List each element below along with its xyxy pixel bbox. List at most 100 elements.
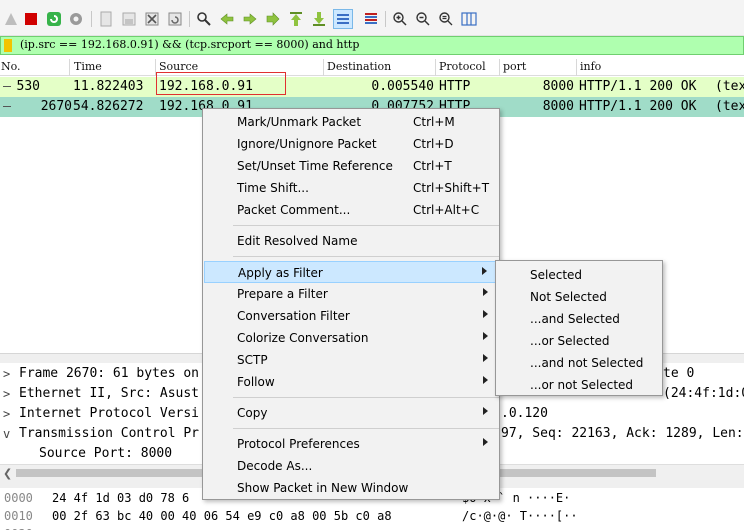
menu-item-label: Copy [237, 406, 268, 420]
detail-text-tail: 97, Seq: 22163, Ack: 1289, Len: [501, 426, 744, 441]
submenu-item-selected[interactable]: Selected [497, 264, 661, 286]
collapse-arrow-icon[interactable]: v [3, 427, 10, 441]
menu-item-colorize-conversation[interactable]: Colorize Conversation [204, 327, 498, 349]
display-filter-bar[interactable]: (ip.src == 192.168.0.91) && (tcp.srcport… [0, 36, 744, 55]
auto-scroll-icon[interactable] [333, 9, 353, 29]
bytes-hex: 24 4f 1d 03 d0 78 6 [52, 491, 190, 505]
menu-item-prepare-a-filter[interactable]: Prepare a Filter [204, 283, 498, 305]
packet-info-extra: (tex [715, 99, 744, 114]
menu-item-conversation-filter[interactable]: Conversation Filter [204, 305, 498, 327]
menu-item-edit-resolved-name[interactable]: Edit Resolved Name [204, 230, 498, 252]
detail-text: Internet Protocol Versi [19, 406, 200, 421]
menu-item-label: Mark/Unmark Packet [237, 115, 362, 129]
detail-text-tail: (24:4f:1d:0 [663, 386, 744, 401]
menu-item-label: Apply as Filter [238, 266, 323, 280]
close-file-icon[interactable] [143, 10, 161, 28]
bytes-ascii: /c·@·@· T····[·· [462, 509, 578, 523]
menu-item-label: Prepare a Filter [237, 287, 328, 301]
column-header-port[interactable]: port [503, 60, 526, 73]
go-back-icon[interactable] [218, 10, 236, 28]
packet-port: 8000 [542, 99, 574, 114]
menu-item-packet-comment[interactable]: Packet Comment... Ctrl+Alt+C [204, 199, 498, 221]
submenu-item-not-selected[interactable]: Not Selected [497, 286, 661, 308]
go-first-icon[interactable] [287, 10, 305, 28]
menu-item-shortcut: Ctrl+Shift+T [413, 181, 490, 195]
menu-item-ignore-packet[interactable]: Ignore/Unignore Packet Ctrl+D [204, 133, 498, 155]
submenu-item-and-not-selected[interactable]: ...and not Selected [497, 352, 661, 374]
menu-item-apply-as-filter[interactable]: Apply as Filter [204, 261, 498, 283]
submenu-item-and-selected[interactable]: ...and Selected [497, 308, 661, 330]
expand-arrow-icon[interactable]: > [3, 387, 10, 401]
go-last-icon[interactable] [310, 10, 328, 28]
menu-item-label: Decode As... [237, 459, 313, 473]
menu-item-protocol-preferences[interactable]: Protocol Preferences [204, 433, 498, 455]
menu-item-label: Packet Comment... [237, 203, 351, 217]
column-header-no[interactable]: No. [1, 60, 21, 73]
bytes-hex: 00 2f 63 bc 40 00 40 06 54 e9 c0 a8 00 5… [52, 509, 392, 523]
menu-item-decode-as[interactable]: Decode As... [204, 455, 498, 477]
zoom-out-icon[interactable] [414, 10, 432, 28]
submenu-item-or-selected[interactable]: ...or Selected [497, 330, 661, 352]
packet-destination: 0.005540 [371, 79, 434, 94]
submenu-arrow-icon [482, 267, 487, 275]
packet-time: 11.822403 [73, 79, 144, 94]
submenu-arrow-icon [483, 438, 488, 446]
column-header-destination[interactable]: Destination [327, 60, 391, 73]
detail-text: Ethernet II, Src: Asust [19, 386, 200, 401]
column-header-time[interactable]: Time [74, 60, 102, 73]
submenu-item-label: Selected [530, 268, 583, 282]
go-to-packet-icon[interactable] [264, 10, 282, 28]
apply-as-filter-submenu: Selected Not Selected ...and Selected ..… [495, 260, 663, 396]
find-packet-icon[interactable] [195, 10, 213, 28]
submenu-item-label: Not Selected [530, 290, 607, 304]
menu-item-sctp[interactable]: SCTP [204, 349, 498, 371]
submenu-arrow-icon [483, 310, 488, 318]
display-filter-input[interactable]: (ip.src == 192.168.0.91) && (tcp.srcport… [20, 38, 359, 51]
detail-text-tail: te 0 [663, 366, 695, 381]
packet-time: 54.826272 [73, 99, 144, 114]
menu-item-label: Edit Resolved Name [237, 234, 358, 248]
menu-item-time-shift[interactable]: Time Shift... Ctrl+Shift+T [204, 177, 498, 199]
stop-capture-icon[interactable] [22, 10, 40, 28]
save-file-icon[interactable] [120, 10, 138, 28]
normal-size-icon[interactable] [437, 10, 455, 28]
resize-columns-icon[interactable] [460, 10, 478, 28]
column-header-protocol[interactable]: Protocol [439, 60, 486, 73]
expand-arrow-icon[interactable]: > [3, 367, 10, 381]
packet-port: 8000 [542, 79, 574, 94]
expand-arrow-icon[interactable]: > [3, 407, 10, 421]
menu-item-follow[interactable]: Follow [204, 371, 498, 393]
restart-capture-icon[interactable] [45, 10, 63, 28]
submenu-item-or-not-selected[interactable]: ...or not Selected [497, 374, 661, 396]
detail-text: Transmission Control Pr [19, 426, 200, 441]
packet-info: HTTP/1.1 200 OK [579, 99, 697, 114]
submenu-arrow-icon [483, 332, 488, 340]
menu-item-shortcut: Ctrl+Alt+C [413, 203, 480, 217]
detail-text: Source Port: 8000 [39, 446, 173, 461]
detail-text-tail: .0.120 [501, 406, 548, 421]
menu-item-copy[interactable]: Copy [204, 402, 498, 424]
shark-fin-start-icon[interactable] [2, 10, 20, 28]
menu-item-time-reference[interactable]: Set/Unset Time Reference Ctrl+T [204, 155, 498, 177]
menu-item-mark-packet[interactable]: Mark/Unmark Packet Ctrl+M [204, 111, 498, 133]
open-file-icon[interactable] [97, 10, 115, 28]
packet-no: 530 [16, 79, 40, 94]
bytes-offset: 0010 [4, 509, 33, 523]
menu-item-shortcut: Ctrl+M [413, 115, 455, 129]
reload-file-icon[interactable] [166, 10, 184, 28]
packet-row[interactable]: 530 11.822403 192.168.0.91 0.005540 HTTP… [0, 77, 744, 97]
bookmark-icon[interactable] [4, 39, 12, 52]
submenu-arrow-icon [483, 376, 488, 384]
capture-options-icon[interactable] [67, 10, 85, 28]
column-header-info[interactable]: info [580, 60, 601, 73]
go-forward-icon[interactable] [241, 10, 259, 28]
bytes-row: 0010 00 2f 63 bc 40 00 40 06 54 e9 c0 a8… [0, 508, 744, 526]
zoom-in-icon[interactable] [391, 10, 409, 28]
menu-item-shortcut: Ctrl+D [413, 137, 454, 151]
packet-no: 2670 [40, 99, 72, 114]
menu-item-show-packet-new-window[interactable]: Show Packet in New Window [204, 477, 498, 499]
scroll-left-icon[interactable]: ❮ [3, 467, 12, 480]
related-packet-marker [3, 106, 11, 107]
colorize-icon[interactable] [362, 10, 380, 28]
submenu-arrow-icon [483, 407, 488, 415]
